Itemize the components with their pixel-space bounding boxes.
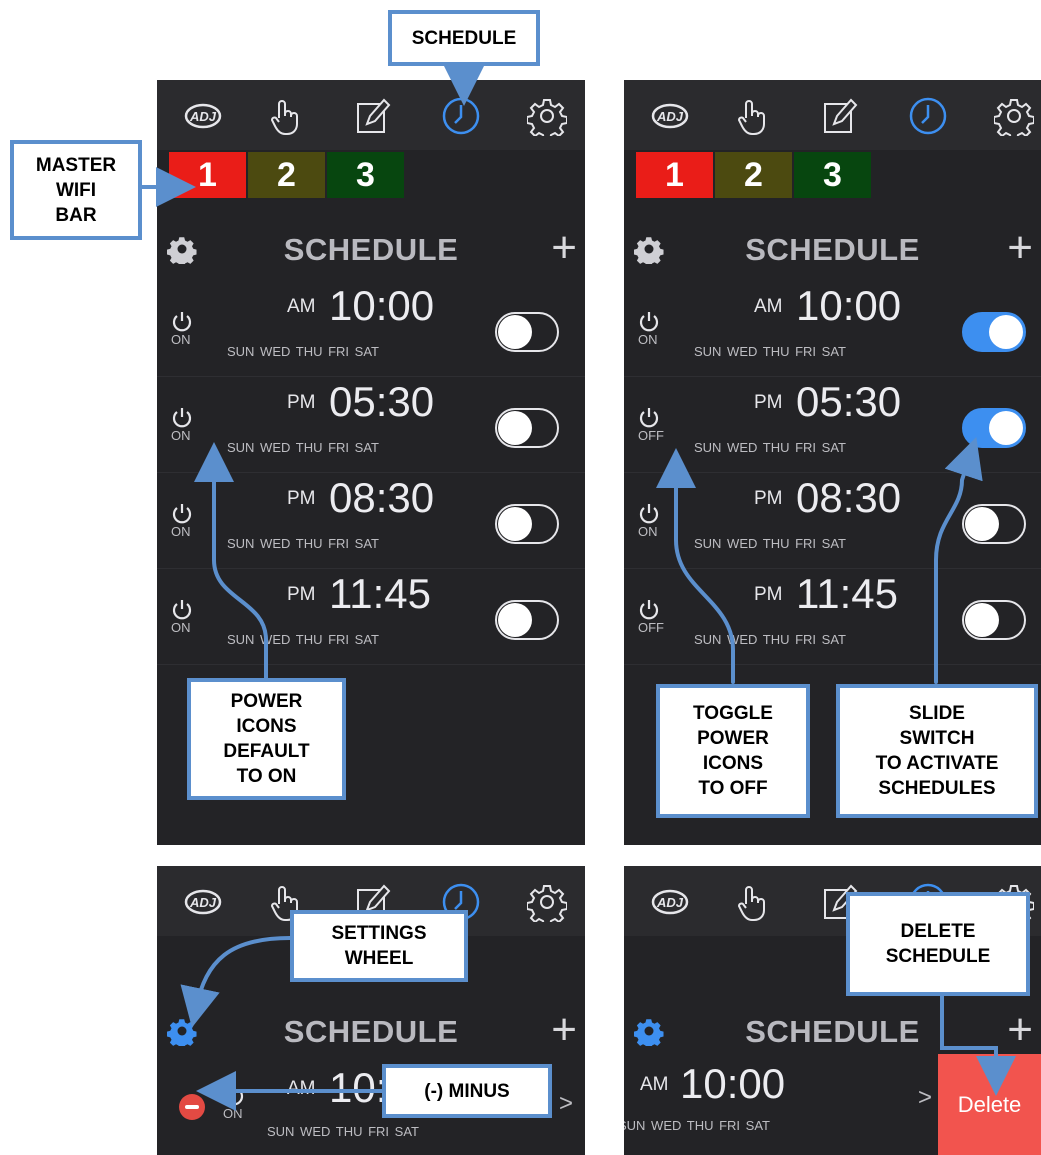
callout-settings-wheel: SETTINGS WHEEL [290,910,468,982]
callout-slide-switch: SLIDE SWITCH TO ACTIVATE SCHEDULES [836,684,1038,818]
arrow-power-icons [194,442,268,680]
callout-toggle-power-icons: TOGGLE POWER ICONS TO OFF [656,684,810,818]
arrow-toggle-power [656,448,735,684]
callout-minus: (-) MINUS [382,1064,552,1118]
callout-power-icons-default: POWER ICONS DEFAULT TO ON [187,678,346,800]
callout-delete-schedule: DELETE SCHEDULE [846,892,1030,996]
arrow-slide-switch [934,437,983,684]
arrow-settings-wheel [180,936,292,1028]
arrow-delete [940,994,1016,1096]
callout-master-wifi-bar: MASTER WIFI BAR [10,140,142,240]
callout-schedule: SCHEDULE [388,10,540,66]
